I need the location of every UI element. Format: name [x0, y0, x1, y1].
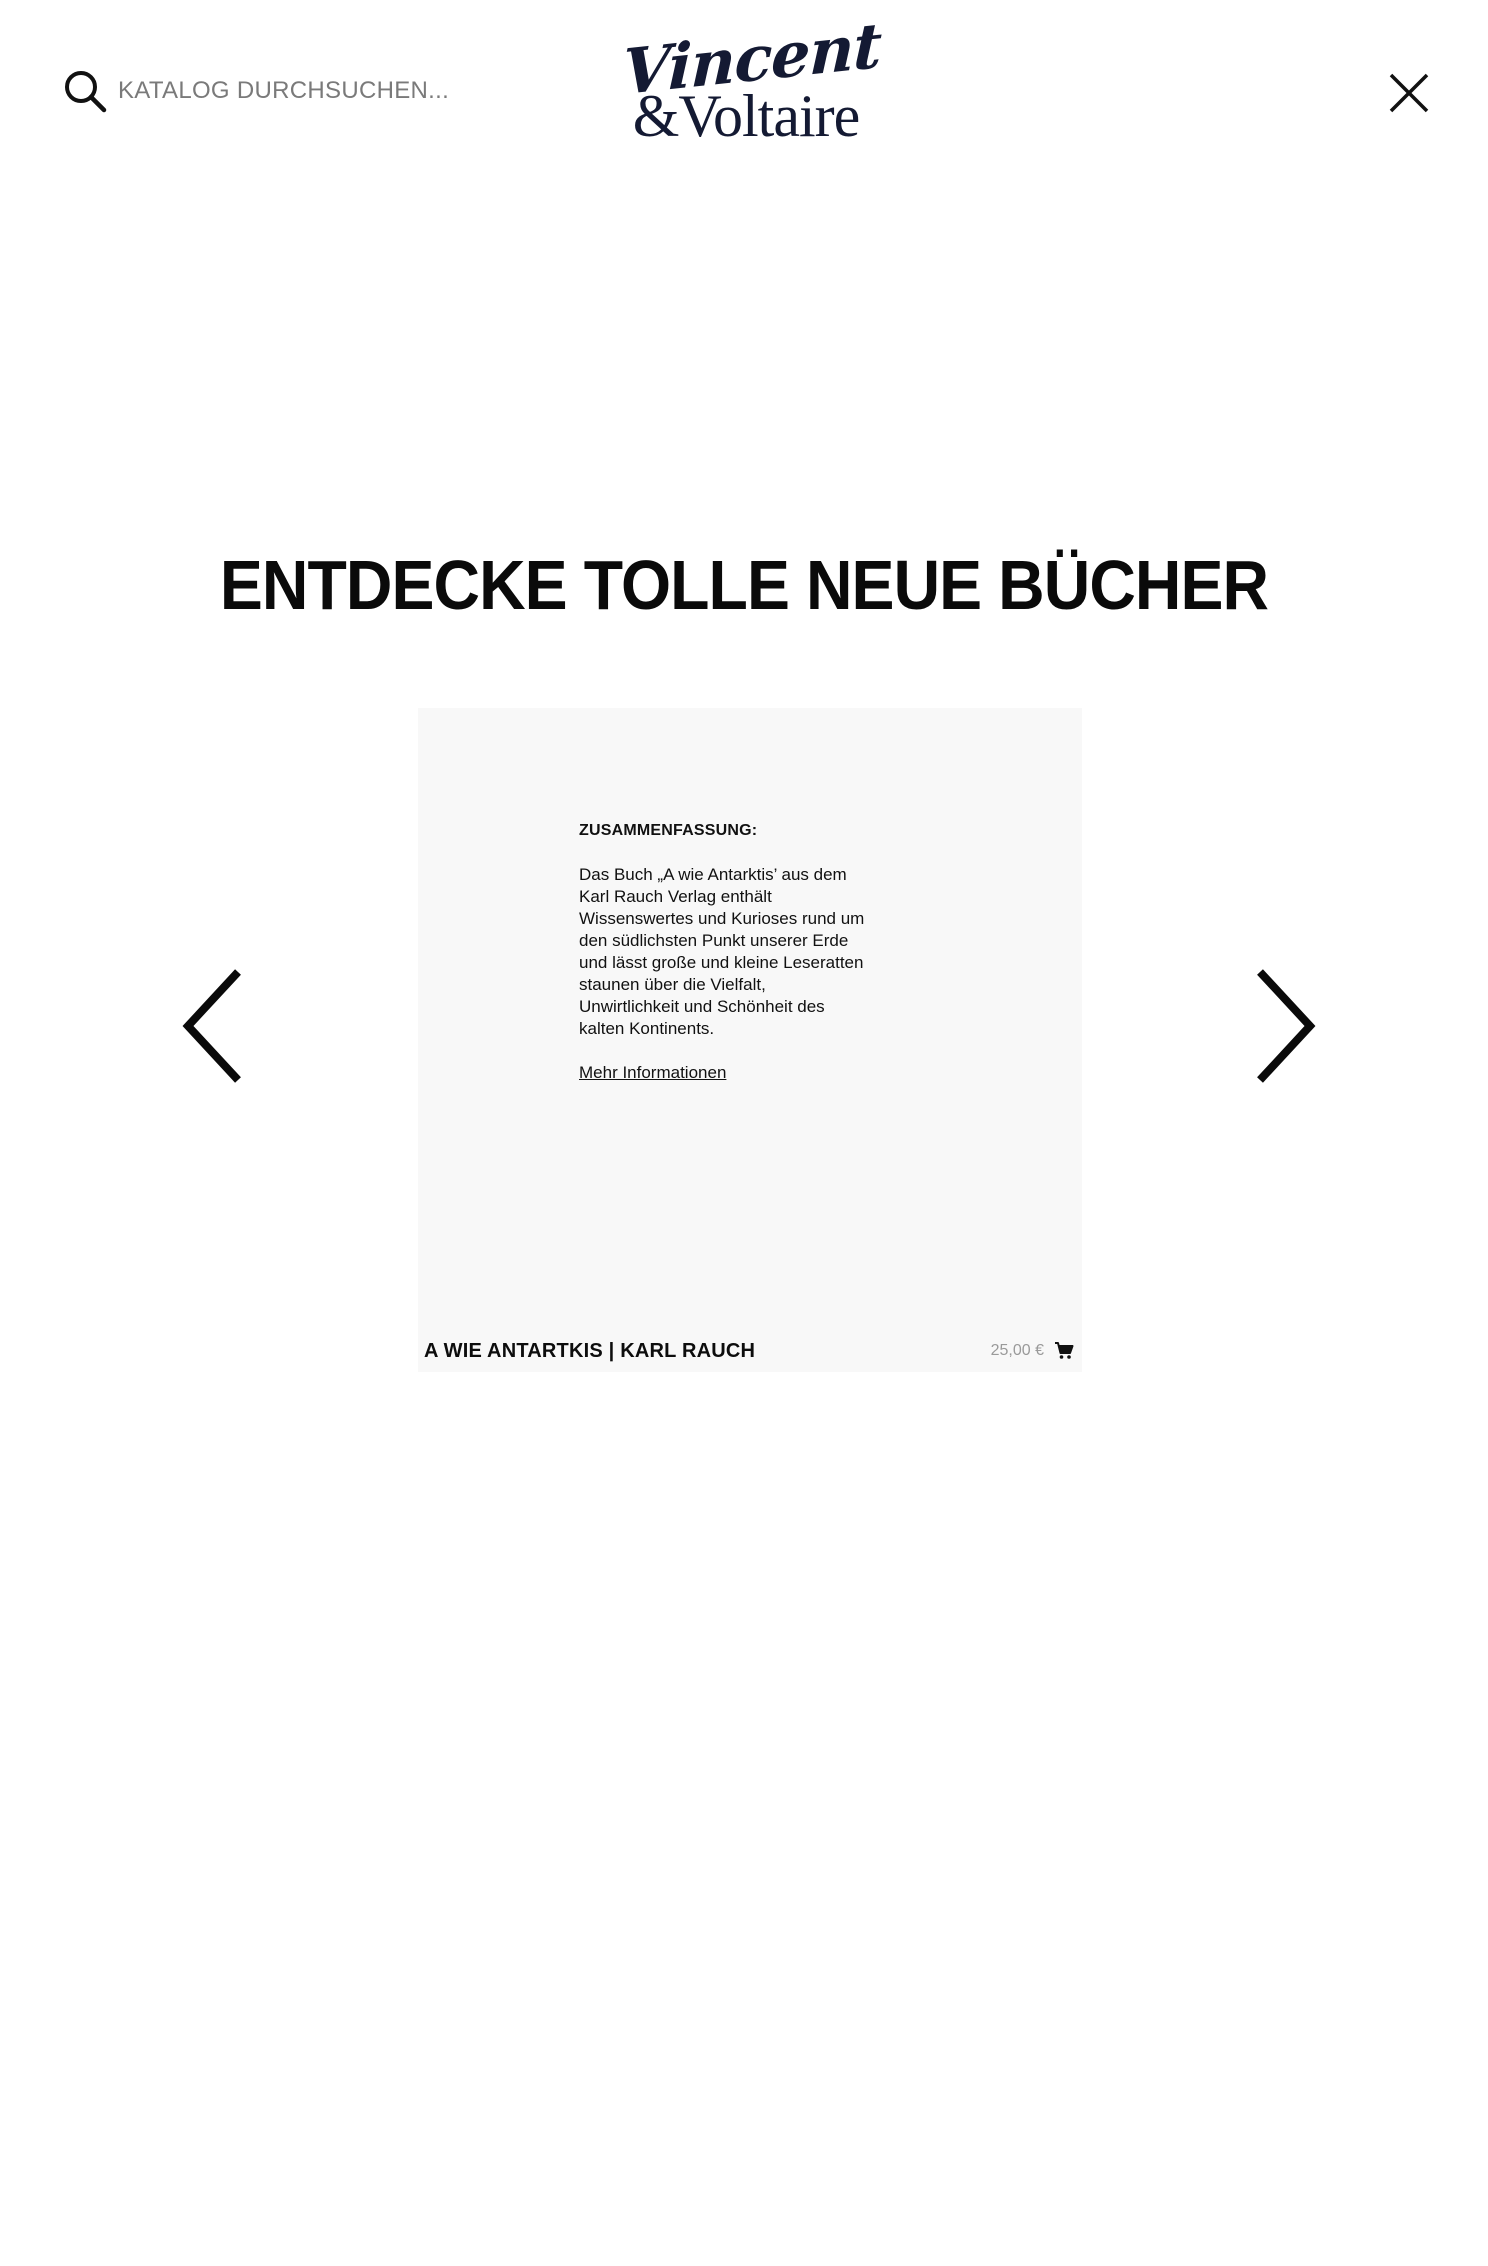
product-card[interactable]: ZUSAMMENFASSUNG: Das Buch „A wie Antarkt… — [418, 708, 1082, 1372]
search-bar — [62, 68, 482, 114]
carousel-next-button[interactable] — [1252, 966, 1318, 1086]
chevron-left-icon — [182, 969, 241, 1083]
summary-text: Das Buch „A wie Antarktis’ aus dem Karl … — [579, 865, 865, 1038]
product-summary: ZUSAMMENFASSUNG: Das Buch „A wie Antarkt… — [579, 820, 869, 1084]
product-card-footer: A WIE ANTARTKIS | KARL RAUCH 25,00 € — [424, 1336, 1074, 1366]
price-area: 25,00 € — [991, 1342, 1074, 1360]
book-carousel: ZUSAMMENFASSUNG: Das Buch „A wie Antarkt… — [0, 708, 1488, 1374]
product-title[interactable]: A WIE ANTARTKIS | KARL RAUCH — [424, 1340, 755, 1363]
close-button[interactable] — [1386, 70, 1432, 116]
more-info-link[interactable]: Mehr Informationen — [579, 1063, 726, 1082]
search-input[interactable] — [114, 69, 482, 113]
cart-icon[interactable] — [1054, 1342, 1074, 1360]
search-icon[interactable] — [62, 68, 108, 114]
summary-heading: ZUSAMMENFASSUNG: — [579, 822, 758, 839]
product-price: 25,00 € — [990, 1342, 1044, 1359]
site-header: Vincent &Voltaire — [0, 0, 1488, 190]
close-icon — [1389, 73, 1429, 113]
chevron-right-icon — [1257, 969, 1316, 1083]
carousel-prev-button[interactable] — [180, 966, 246, 1086]
page-title: ENTDECKE TOLLE NEUE BÜCHER — [219, 546, 1269, 624]
logo[interactable]: Vincent &Voltaire — [621, 8, 882, 168]
